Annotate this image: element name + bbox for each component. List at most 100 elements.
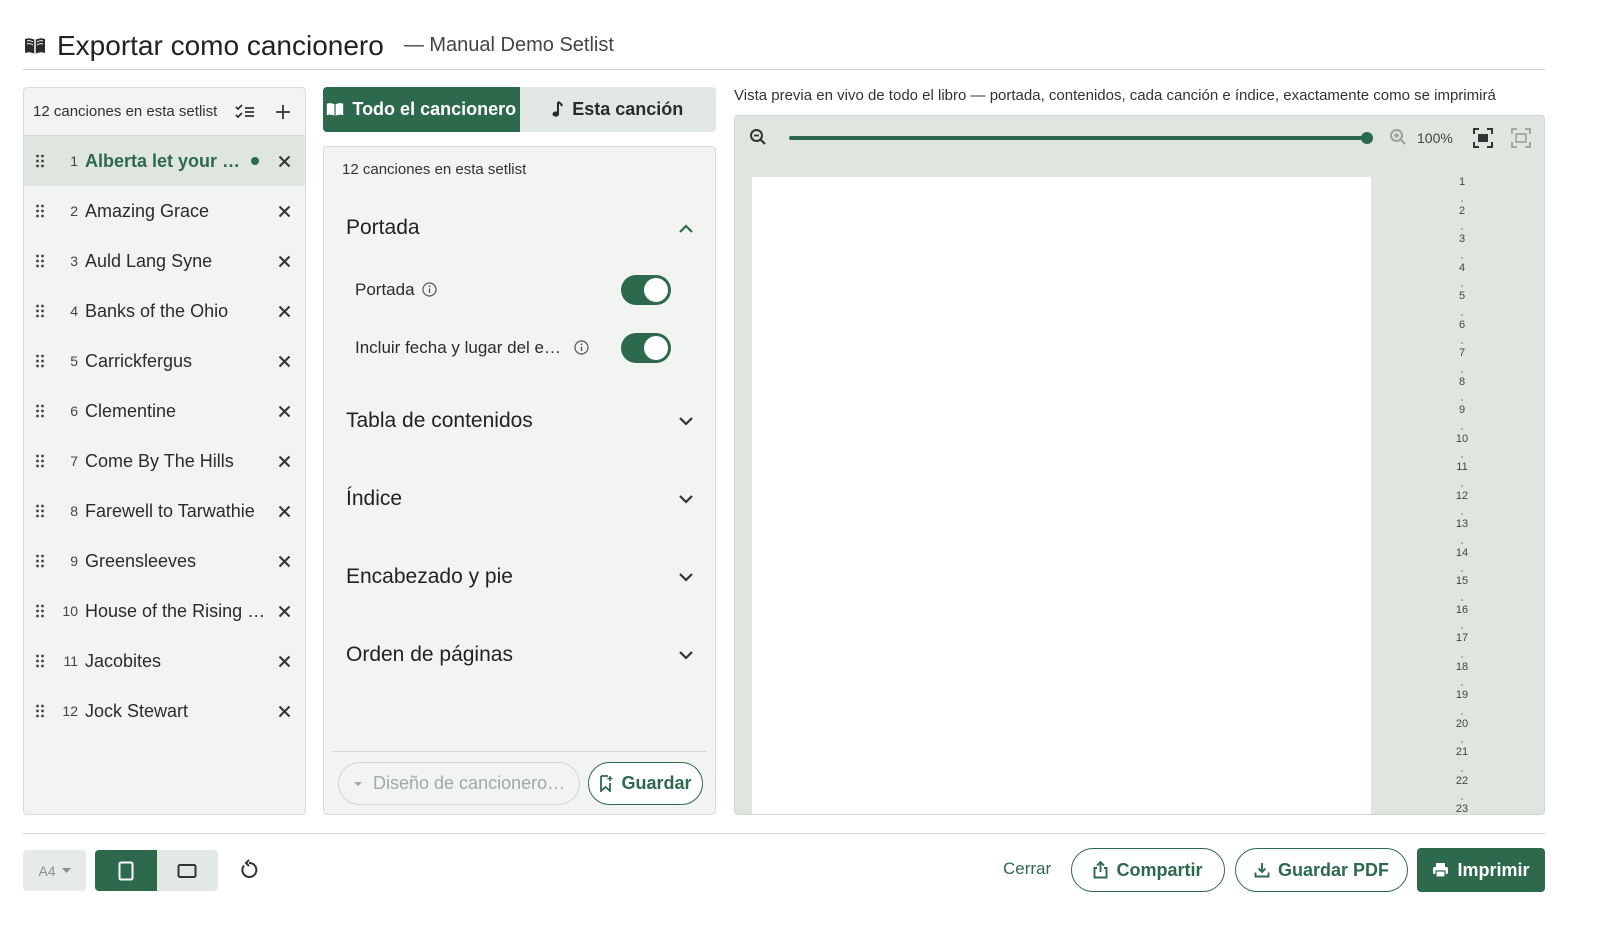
song-row[interactable]: 9 Greensleeves: [24, 536, 305, 586]
page-number[interactable]: 6: [1447, 317, 1477, 346]
portrait-button[interactable]: [95, 850, 157, 891]
design-select-placeholder: Diseño de cancionero guardado: [373, 773, 567, 793]
songbook-design-select[interactable]: Diseño de cancionero guardado: [338, 762, 580, 805]
drag-handle-icon[interactable]: [32, 452, 48, 470]
share-button[interactable]: Compartir: [1071, 848, 1225, 892]
remove-song-icon[interactable]: [275, 502, 293, 520]
info-icon[interactable]: [421, 282, 438, 298]
drag-handle-icon[interactable]: [32, 302, 48, 320]
fit-width-icon[interactable]: [1473, 128, 1495, 150]
reset-icon[interactable]: [238, 859, 262, 883]
page-number[interactable]: 8: [1447, 374, 1477, 403]
drag-handle-icon[interactable]: [32, 502, 48, 520]
drag-handle-icon[interactable]: [32, 702, 48, 720]
page-number[interactable]: 19: [1447, 687, 1477, 716]
remove-song-icon[interactable]: [275, 202, 293, 220]
toggle-label: Incluir fecha y lugar del evento: [355, 338, 567, 357]
page-number[interactable]: 18: [1447, 659, 1477, 688]
remove-song-icon[interactable]: [275, 402, 293, 420]
remove-song-icon[interactable]: [275, 652, 293, 670]
song-row[interactable]: 2 Amazing Grace: [24, 186, 305, 236]
drag-handle-icon[interactable]: [32, 652, 48, 670]
info-icon[interactable]: [574, 340, 590, 356]
song-row[interactable]: 1 Alberta let your hair hang low: [24, 136, 305, 186]
remove-song-icon[interactable]: [275, 452, 293, 470]
drag-handle-icon[interactable]: [32, 552, 48, 570]
page-number[interactable]: 15: [1447, 573, 1477, 602]
date-place-switch[interactable]: [621, 333, 671, 363]
page-number[interactable]: 22: [1447, 773, 1477, 802]
tab-whole-songbook[interactable]: Todo el cancionero: [323, 87, 520, 132]
page-number[interactable]: 1: [1447, 174, 1477, 203]
remove-song-icon[interactable]: [275, 702, 293, 720]
remove-song-icon[interactable]: [275, 352, 293, 370]
song-title: Jock Stewart: [85, 700, 189, 721]
page-number[interactable]: 13: [1447, 516, 1477, 545]
song-row[interactable]: 4 Banks of the Ohio: [24, 286, 305, 336]
page-number[interactable]: 9: [1447, 402, 1477, 431]
tab-this-song[interactable]: Esta canción: [520, 87, 717, 132]
page-number[interactable]: 21: [1447, 744, 1477, 773]
remove-song-icon[interactable]: [275, 602, 293, 620]
section-cover[interactable]: Portada: [346, 208, 696, 248]
zoom-slider-thumb[interactable]: [1361, 132, 1373, 144]
song-row[interactable]: 11 Jacobites: [24, 636, 305, 686]
page-number[interactable]: 16: [1447, 602, 1477, 631]
export-scope-tabs: Todo el cancionero Esta canción: [323, 87, 716, 132]
page-number[interactable]: 20: [1447, 716, 1477, 745]
page-number[interactable]: 3: [1447, 231, 1477, 260]
landscape-icon: [177, 863, 197, 879]
song-row[interactable]: 12 Jock Stewart: [24, 686, 305, 736]
song-row[interactable]: 5 Carrickfergus: [24, 336, 305, 386]
drag-handle-icon[interactable]: [32, 202, 48, 220]
share-icon: [1093, 861, 1108, 879]
landscape-button[interactable]: [157, 850, 219, 891]
save-design-button[interactable]: Guardar: [588, 762, 703, 805]
section-header-footer[interactable]: Encabezado y pie: [346, 557, 696, 597]
remove-song-icon[interactable]: [275, 552, 293, 570]
page-number[interactable]: 2: [1447, 203, 1477, 232]
fit-page-icon[interactable]: [1511, 128, 1533, 150]
page-number[interactable]: 4: [1447, 260, 1477, 289]
drag-handle-icon[interactable]: [32, 252, 48, 270]
drag-handle-icon[interactable]: [32, 602, 48, 620]
zoom-level: 100%: [1417, 130, 1453, 146]
print-button[interactable]: Imprimir: [1417, 848, 1545, 892]
song-title: House of the Rising Sun: [85, 600, 269, 621]
page-number[interactable]: 14: [1447, 545, 1477, 574]
share-label: Compartir: [1116, 859, 1203, 880]
song-row[interactable]: 6 Clementine: [24, 386, 305, 436]
drag-handle-icon[interactable]: [32, 352, 48, 370]
save-pdf-button[interactable]: Guardar PDF: [1235, 848, 1408, 892]
page-number[interactable]: 7: [1447, 345, 1477, 374]
page-number[interactable]: 5: [1447, 288, 1477, 317]
add-song-icon[interactable]: [271, 100, 295, 124]
drag-handle-icon[interactable]: [32, 402, 48, 420]
song-row[interactable]: 3 Auld Lang Syne: [24, 236, 305, 286]
cover-switch[interactable]: [621, 275, 671, 305]
song-row[interactable]: 7 Come By The Hills: [24, 436, 305, 486]
remove-song-icon[interactable]: [275, 252, 293, 270]
close-link[interactable]: Cerrar: [1003, 859, 1051, 879]
section-toc[interactable]: Tabla de contenidos: [346, 401, 696, 441]
section-page-order[interactable]: Orden de páginas: [346, 635, 696, 675]
page-number-rail[interactable]: 1 2 3 4 5 6 7 8 9 10 11 12 13 14 15 16 17 18 19 20 21 22 23: [1447, 174, 1477, 814]
page-number[interactable]: 12: [1447, 488, 1477, 517]
page-number[interactable]: 11: [1447, 459, 1477, 488]
zoom-in-icon[interactable]: [1389, 128, 1409, 148]
section-title: Orden de páginas: [346, 643, 513, 666]
paper-size-select[interactable]: A4: [23, 850, 86, 891]
song-row[interactable]: 10 House of the Rising Sun: [24, 586, 305, 636]
page-number[interactable]: 23: [1447, 801, 1477, 814]
drag-handle-icon[interactable]: [32, 152, 48, 170]
remove-song-icon[interactable]: [275, 152, 293, 170]
page-number[interactable]: 17: [1447, 630, 1477, 659]
page-number[interactable]: 10: [1447, 431, 1477, 460]
portrait-icon: [118, 861, 134, 881]
remove-song-icon[interactable]: [275, 302, 293, 320]
song-row[interactable]: 8 Farewell to Tarwathie: [24, 486, 305, 536]
section-index[interactable]: Índice: [346, 479, 696, 519]
select-songs-icon[interactable]: [233, 100, 257, 124]
zoom-out-icon[interactable]: [749, 128, 769, 148]
zoom-slider[interactable]: [789, 132, 1373, 144]
